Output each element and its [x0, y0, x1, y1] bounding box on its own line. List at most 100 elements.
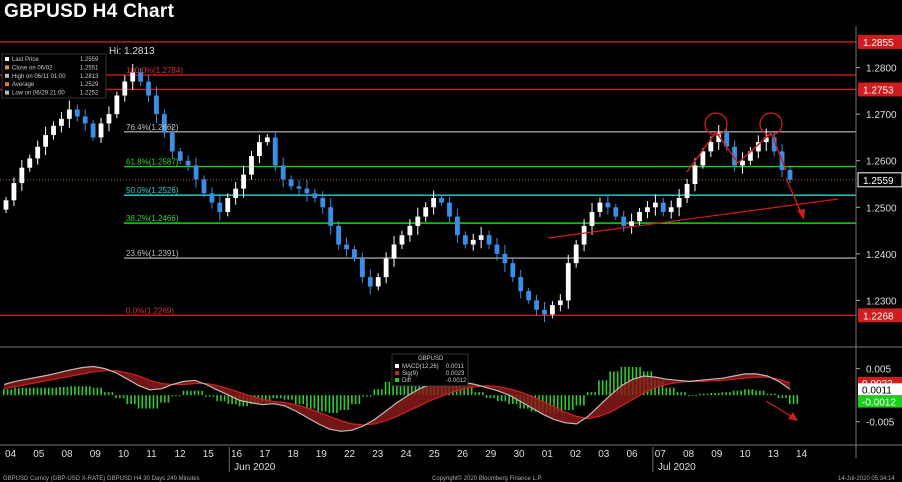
candle-body	[3, 200, 9, 210]
candle-body	[146, 81, 151, 96]
macd-legend-swatch	[395, 378, 399, 382]
macd-panel: 0.005-0.0050.00230.0011-0.0012GBPUSDMACD…	[3, 353, 902, 432]
diff-bar	[706, 393, 709, 396]
diff-bar	[96, 387, 99, 396]
fib-label: 61.8%(1.2587)	[126, 158, 179, 167]
diff-bar	[283, 395, 286, 400]
candle-body	[550, 305, 555, 315]
diff-bar	[276, 395, 278, 399]
candle-body	[415, 216, 421, 226]
y-tick-label: 1.2500	[866, 203, 897, 214]
y-tick-label: 1.2800	[866, 64, 897, 75]
legend-swatch	[5, 73, 9, 78]
diff-bar	[680, 392, 683, 396]
x-tick-label: 08	[683, 449, 695, 460]
diff-bar	[17, 387, 20, 396]
candle-body	[534, 300, 539, 310]
candle-body	[383, 258, 389, 278]
diff-bar	[384, 381, 387, 396]
x-tick-label: 26	[457, 449, 469, 460]
candle-body	[114, 95, 120, 115]
price-label: 1.2753	[863, 85, 894, 96]
diff-bar	[152, 395, 155, 409]
x-tick-label: 29	[485, 449, 497, 460]
candle-body	[359, 258, 365, 278]
diff-bar	[36, 387, 39, 396]
diff-bar	[785, 395, 787, 399]
y-tick-label: 1.2400	[866, 250, 897, 261]
candle-body	[11, 183, 17, 201]
candle-body	[740, 160, 745, 166]
diff-bar	[669, 387, 671, 396]
diff-bar	[328, 395, 331, 414]
x-tick-label: 05	[33, 449, 45, 460]
diff-bar	[137, 395, 140, 409]
macd-legend-swatch	[395, 371, 399, 375]
candle-body	[573, 244, 579, 264]
diff-bar	[504, 395, 507, 402]
diff-bar	[119, 395, 121, 399]
x-tick-label: 13	[768, 449, 780, 460]
candle-body	[280, 165, 286, 180]
diff-bar	[145, 395, 147, 409]
x-tick-label: 09	[90, 449, 102, 460]
x-tick-label: 22	[344, 449, 356, 460]
candle-body	[367, 277, 373, 287]
diff-bar	[575, 395, 578, 406]
candle-body	[708, 142, 714, 152]
diff-bar	[287, 395, 290, 400]
diff-bar	[336, 395, 338, 414]
x-tick-label: 09	[711, 449, 723, 460]
x-tick-label: 18	[288, 449, 300, 460]
diff-bar	[594, 392, 596, 396]
diff-bar	[676, 392, 679, 396]
candle-body	[241, 174, 246, 189]
diff-bar	[298, 395, 301, 405]
candle-body	[557, 300, 563, 306]
candle-body	[494, 244, 500, 254]
candle-body	[510, 263, 516, 278]
candle-body	[296, 186, 302, 189]
legend-label: Close on 06/02	[12, 65, 53, 71]
level-lines	[0, 41, 856, 317]
diff-bar	[474, 392, 477, 396]
candle-body	[264, 137, 270, 143]
diff-bar	[14, 387, 16, 396]
x-tick-label: 12	[175, 449, 187, 460]
diff-bar	[478, 392, 480, 396]
diff-bar	[212, 395, 215, 397]
diff-bar	[736, 390, 739, 396]
x-tick-label: 03	[598, 449, 610, 460]
price-label: 1.2855	[863, 38, 894, 49]
diff-bar	[70, 386, 72, 396]
diff-bar	[279, 395, 282, 399]
macd-legend-value: 0.0011	[446, 364, 465, 370]
y-tick-label: 1.2700	[866, 110, 897, 121]
candle-body	[74, 109, 80, 117]
diff-bar	[89, 386, 91, 396]
diff-bar	[485, 395, 488, 399]
diff-bar	[156, 395, 159, 409]
diff-bar	[493, 395, 495, 399]
price-label: 1.2559	[863, 176, 894, 187]
diff-bar	[755, 390, 757, 396]
candle-body	[19, 167, 25, 184]
diff-bar	[590, 392, 593, 396]
diff-bar	[306, 395, 308, 409]
candle-body	[589, 211, 595, 226]
candle-body	[597, 202, 603, 212]
candle-body	[169, 132, 175, 152]
diff-bar	[684, 392, 686, 396]
diff-bar	[186, 390, 188, 396]
candle-body	[660, 202, 666, 212]
x-tick-label: 14	[796, 449, 808, 460]
diff-bar	[729, 392, 731, 396]
candle-body	[447, 202, 452, 217]
diff-bar	[351, 395, 353, 405]
diff-bar	[92, 387, 95, 396]
macd-tick-label: -0.005	[866, 418, 895, 429]
diff-bar	[309, 395, 312, 409]
diff-bar	[201, 390, 203, 396]
candle-body	[684, 184, 690, 198]
diff-bar	[564, 395, 567, 411]
